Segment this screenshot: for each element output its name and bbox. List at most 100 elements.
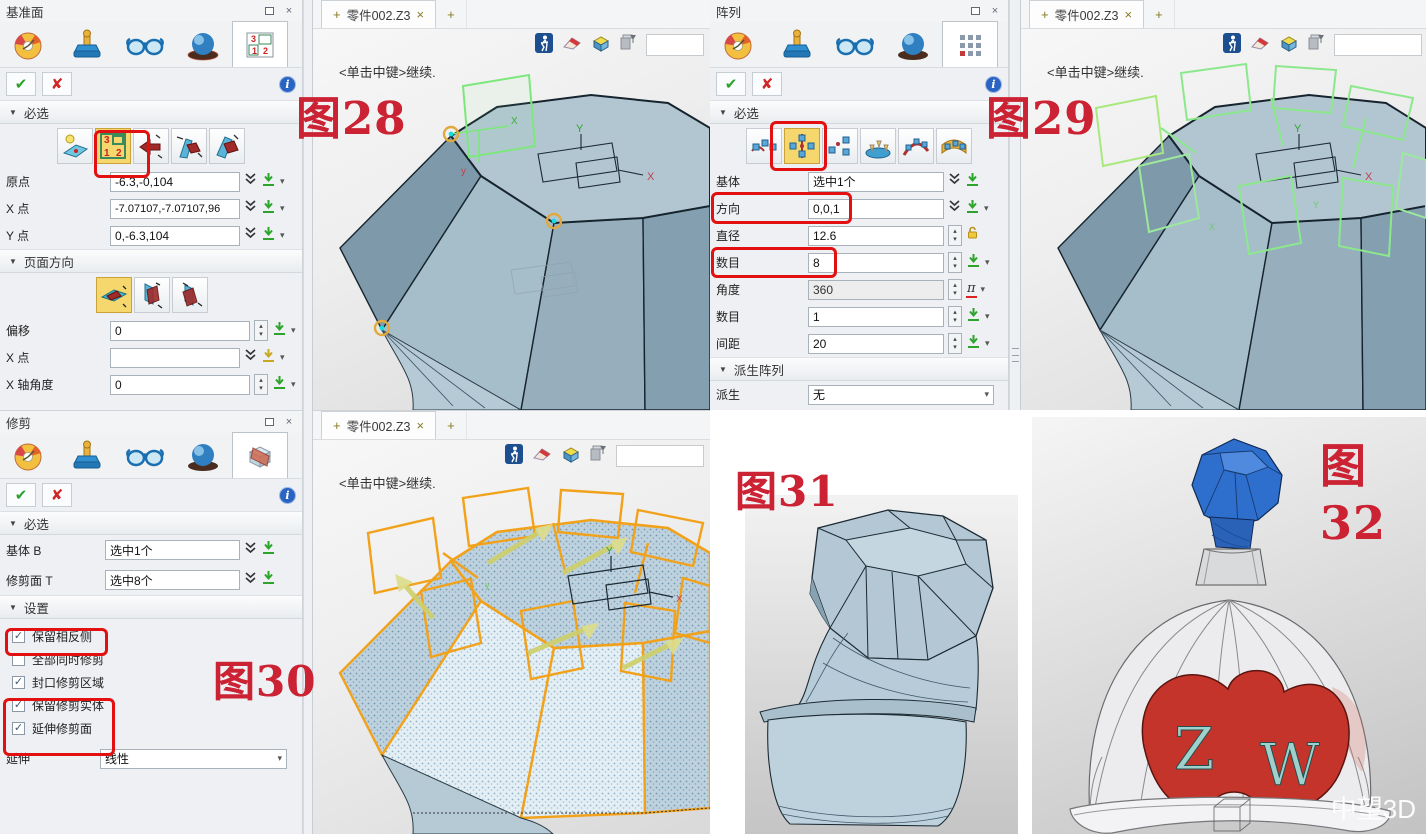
viewport-fig28[interactable]: + 零件002.Z3 × + <单击中键>继续. xyxy=(313,0,710,410)
splitter-grip[interactable] xyxy=(1012,348,1019,362)
pick-from-list-icon[interactable] xyxy=(261,348,276,368)
close-tab-icon[interactable]: × xyxy=(1125,7,1133,22)
diameter-field[interactable]: 12.6 xyxy=(808,226,944,246)
color-wheel-icon[interactable] xyxy=(710,25,768,67)
filter-icon[interactable] xyxy=(590,445,607,467)
spinner[interactable]: ▴▾ xyxy=(948,252,962,273)
spinner[interactable]: ▴▾ xyxy=(254,374,268,395)
direction-field[interactable]: 0,0,1 xyxy=(808,199,944,219)
spinner[interactable]: ▴▾ xyxy=(948,225,962,246)
xpoint-field[interactable]: -7.07107,-7.07107,96 xyxy=(110,199,240,219)
datum-method-3point[interactable]: 312 xyxy=(95,128,131,164)
pick-from-list-icon[interactable] xyxy=(966,334,981,354)
quick-search-input[interactable] xyxy=(616,445,704,467)
walk-mode-icon[interactable] xyxy=(505,444,523,469)
datum-method-plane-yz[interactable] xyxy=(209,128,245,164)
pick-from-list-icon[interactable] xyxy=(272,375,287,395)
expand-chevrons-icon[interactable] xyxy=(244,226,257,245)
count2-field[interactable]: 1 xyxy=(808,307,944,327)
xpoint2-field[interactable] xyxy=(110,348,240,368)
close-tab-icon[interactable]: × xyxy=(417,418,425,433)
panel-splitter[interactable] xyxy=(303,0,313,410)
tab-part002[interactable]: + 零件002.Z3 × xyxy=(321,411,436,439)
expand-chevrons-icon[interactable] xyxy=(244,172,257,191)
render-sphere-icon[interactable] xyxy=(174,25,232,67)
ypoint-field[interactable]: 0,-6.3,104 xyxy=(110,226,240,246)
pattern-surface[interactable] xyxy=(936,128,972,164)
filter-icon[interactable] xyxy=(1308,34,1325,56)
minimize-icon[interactable] xyxy=(262,416,276,428)
pick-from-list-icon[interactable] xyxy=(261,172,276,192)
eraser-icon[interactable] xyxy=(1250,35,1270,56)
pick-from-list-icon[interactable] xyxy=(261,226,276,246)
checkbox[interactable]: ✓ xyxy=(12,653,25,666)
add-tab-icon[interactable]: + xyxy=(1041,7,1049,22)
origin-field[interactable]: -6.3,-0,104 xyxy=(110,172,240,192)
checkbox[interactable]: ✓ xyxy=(12,699,25,712)
panel-splitter[interactable] xyxy=(1009,0,1021,410)
section-settings[interactable]: ▼ 设置 xyxy=(0,595,302,619)
pattern-point[interactable] xyxy=(822,128,858,164)
walk-mode-icon[interactable] xyxy=(1223,33,1241,58)
ok-button[interactable]: ✔ xyxy=(6,72,36,96)
section-required[interactable]: ▼ 必选 xyxy=(710,100,1008,124)
pick-from-list-icon[interactable] xyxy=(965,199,980,219)
section-required[interactable]: ▼ 必选 xyxy=(0,511,302,535)
dropdown-caret-icon[interactable]: ▾ xyxy=(291,325,296,336)
stamp-icon[interactable] xyxy=(58,25,116,67)
section-derived[interactable]: ▼ 派生阵列 xyxy=(710,357,1008,381)
ok-button[interactable]: ✔ xyxy=(6,483,36,507)
cancel-button[interactable]: ✘ xyxy=(752,72,782,96)
stamp-icon[interactable] xyxy=(58,436,116,478)
model-canvas-fig30[interactable]: Y X y xyxy=(313,468,710,834)
pick-from-list-icon[interactable] xyxy=(261,199,276,219)
checkbox[interactable]: ✓ xyxy=(12,630,25,643)
datum-method-geometry[interactable] xyxy=(57,128,93,164)
dropdown-caret-icon[interactable]: ▾ xyxy=(291,379,296,390)
cancel-button[interactable]: ✘ xyxy=(42,72,72,96)
pick-from-list-icon[interactable] xyxy=(272,321,287,341)
dropdown-caret-icon[interactable]: ▾ xyxy=(985,257,990,268)
close-icon[interactable]: × xyxy=(282,5,296,17)
glasses-icon[interactable] xyxy=(116,436,174,478)
info-icon[interactable]: i xyxy=(279,76,296,93)
pattern-curve[interactable] xyxy=(898,128,934,164)
spinner[interactable]: ▴▾ xyxy=(948,306,962,327)
minimize-icon[interactable] xyxy=(968,5,982,17)
section-orientation[interactable]: ▼ 页面方向 xyxy=(0,249,302,273)
eraser-icon[interactable] xyxy=(562,35,582,56)
pattern-linear[interactable] xyxy=(746,128,782,164)
dropdown-caret-icon[interactable]: ▾ xyxy=(280,203,285,214)
filter-icon[interactable] xyxy=(620,34,637,56)
pattern-tab-icon[interactable] xyxy=(942,21,998,67)
close-icon[interactable]: × xyxy=(282,416,296,428)
render-sphere-icon[interactable] xyxy=(174,436,232,478)
new-tab-button[interactable]: + xyxy=(436,411,467,439)
spinner[interactable]: ▴▾ xyxy=(948,333,962,354)
dropdown-caret-icon[interactable]: ▾ xyxy=(985,311,990,322)
new-tab-button[interactable]: + xyxy=(1144,0,1175,28)
unlock-icon[interactable] xyxy=(966,226,979,245)
section-required[interactable]: ▼ 必选 xyxy=(0,100,302,124)
extend-dropdown[interactable]: 线性 ▾ xyxy=(100,749,287,769)
new-tab-button[interactable]: + xyxy=(436,0,467,28)
render-sphere-icon[interactable] xyxy=(884,25,942,67)
datum-tab-icon[interactable]: 312 xyxy=(232,21,288,67)
quick-search-input[interactable] xyxy=(646,34,704,56)
pick-from-list-icon[interactable] xyxy=(966,307,981,327)
spacing-field[interactable]: 20 xyxy=(808,334,944,354)
expand-chevrons-icon[interactable] xyxy=(244,348,257,367)
pick-from-list-icon[interactable] xyxy=(966,253,981,273)
pattern-face[interactable] xyxy=(860,128,896,164)
viewport-fig30[interactable]: + 零件002.Z3 × + <单击中键>继续. xyxy=(313,410,710,834)
count-field[interactable]: 8 xyxy=(808,253,944,273)
checkbox[interactable]: ✓ xyxy=(12,676,25,689)
orientation-yz[interactable] xyxy=(134,277,170,313)
add-tab-icon[interactable]: + xyxy=(333,7,341,22)
section-box-icon[interactable] xyxy=(561,445,581,468)
dropdown-caret-icon[interactable]: ▾ xyxy=(280,176,285,187)
expand-chevrons-icon[interactable] xyxy=(948,172,961,191)
pick-from-list-icon[interactable] xyxy=(261,540,276,560)
expression-icon[interactable]: π xyxy=(966,281,977,298)
tab-part002[interactable]: + 零件002.Z3 × xyxy=(1029,0,1144,28)
